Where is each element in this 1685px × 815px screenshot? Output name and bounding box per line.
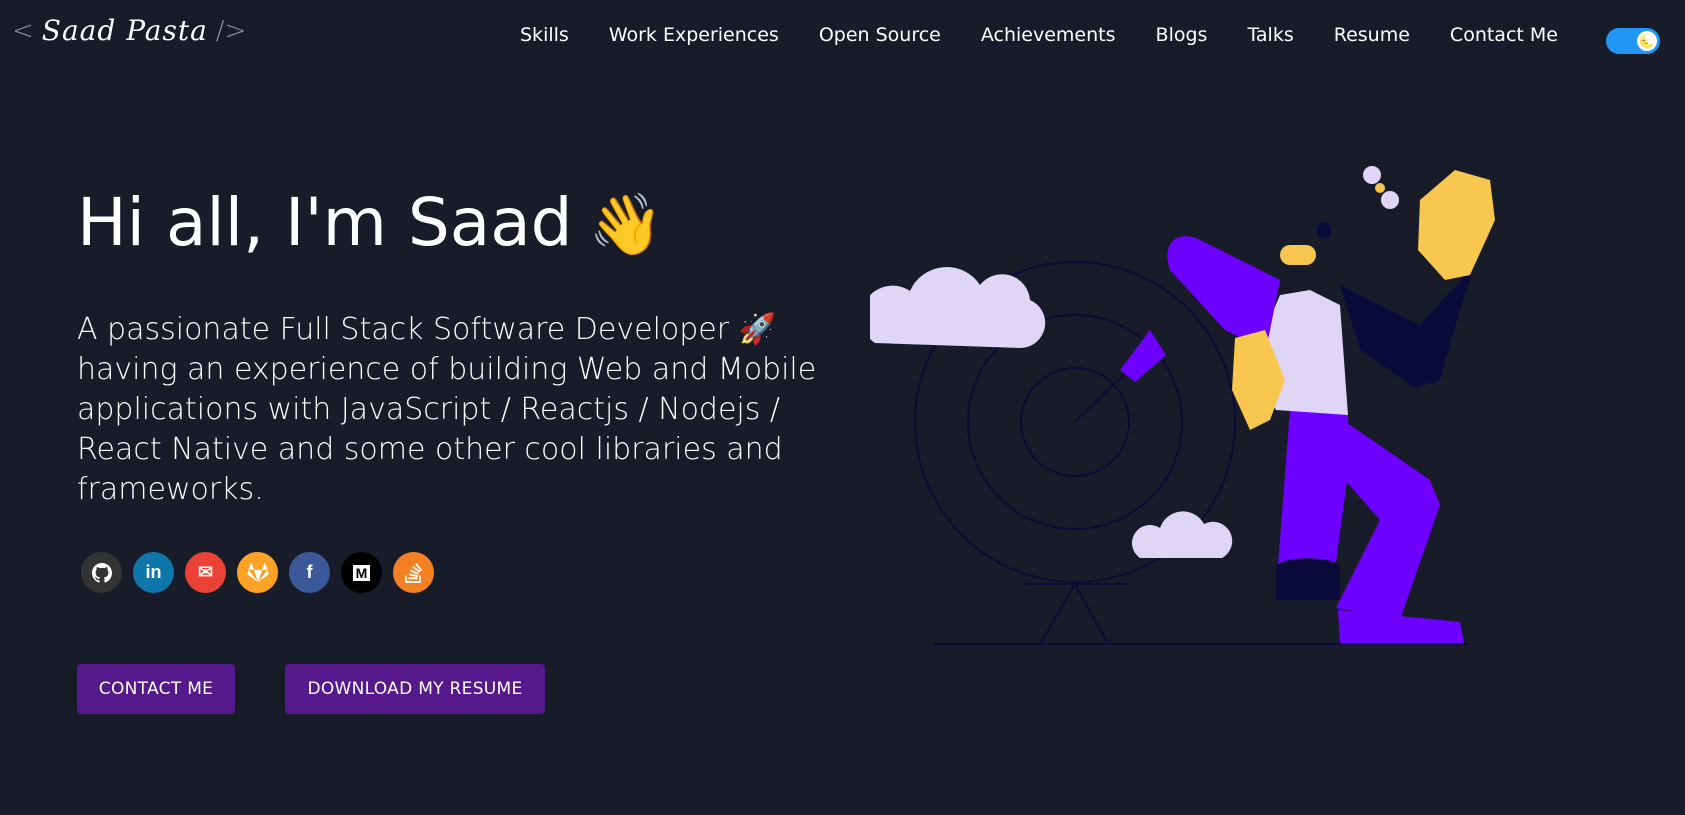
linkedin-icon[interactable]: in <box>133 552 174 593</box>
medium-icon[interactable]: M <box>341 552 382 593</box>
hero-subtitle: A passionate Full Stack Software Develop… <box>77 312 817 507</box>
nav-menu: Skills Work Experiences Open Source Achi… <box>500 24 1578 46</box>
nav-skills[interactable]: Skills <box>500 24 589 46</box>
medium-glyph: M <box>352 564 371 581</box>
logo[interactable]: < Saad Pasta /> <box>12 14 246 47</box>
logo-close-bracket: /> <box>215 15 247 46</box>
linkedin-glyph: in <box>145 562 162 582</box>
social-links: in ✉ f M <box>81 552 434 593</box>
moon-icon: 🌜 <box>1637 31 1657 51</box>
facebook-icon[interactable]: f <box>289 552 330 593</box>
download-resume-button[interactable]: DOWNLOAD MY RESUME <box>285 664 545 714</box>
logo-name: Saad Pasta <box>41 14 208 47</box>
header: < Saad Pasta /> Skills Work Experiences … <box>0 0 1685 78</box>
hero-title-text: Hi all, I'm Saad <box>77 184 573 261</box>
person-figure <box>1167 166 1495 643</box>
nav-talks[interactable]: Talks <box>1227 24 1313 46</box>
github-icon[interactable] <box>81 552 122 593</box>
nav-open-source[interactable]: Open Source <box>799 24 961 46</box>
nav-blogs[interactable]: Blogs <box>1136 24 1228 46</box>
nav-contact-me[interactable]: Contact Me <box>1430 24 1578 46</box>
logo-open-bracket: < <box>12 15 34 46</box>
contact-me-button[interactable]: CONTACT ME <box>77 664 235 714</box>
cloud-icon <box>870 267 1233 558</box>
hero-title: Hi all, I'm Saad 👋 <box>77 184 663 261</box>
nav-resume[interactable]: Resume <box>1314 24 1430 46</box>
developer-illustration <box>870 166 1495 645</box>
theme-toggle[interactable]: 🌜 <box>1606 28 1660 54</box>
wave-icon: 👋 <box>588 190 664 260</box>
gmail-icon[interactable]: ✉ <box>185 552 226 593</box>
gitlab-icon[interactable] <box>237 552 278 593</box>
facebook-glyph: f <box>306 562 313 582</box>
nav-achievements[interactable]: Achievements <box>961 24 1136 46</box>
stackoverflow-icon[interactable] <box>393 552 434 593</box>
mail-glyph: ✉ <box>197 562 214 582</box>
dart-icon <box>1074 330 1166 423</box>
nav-work-experiences[interactable]: Work Experiences <box>589 24 799 46</box>
